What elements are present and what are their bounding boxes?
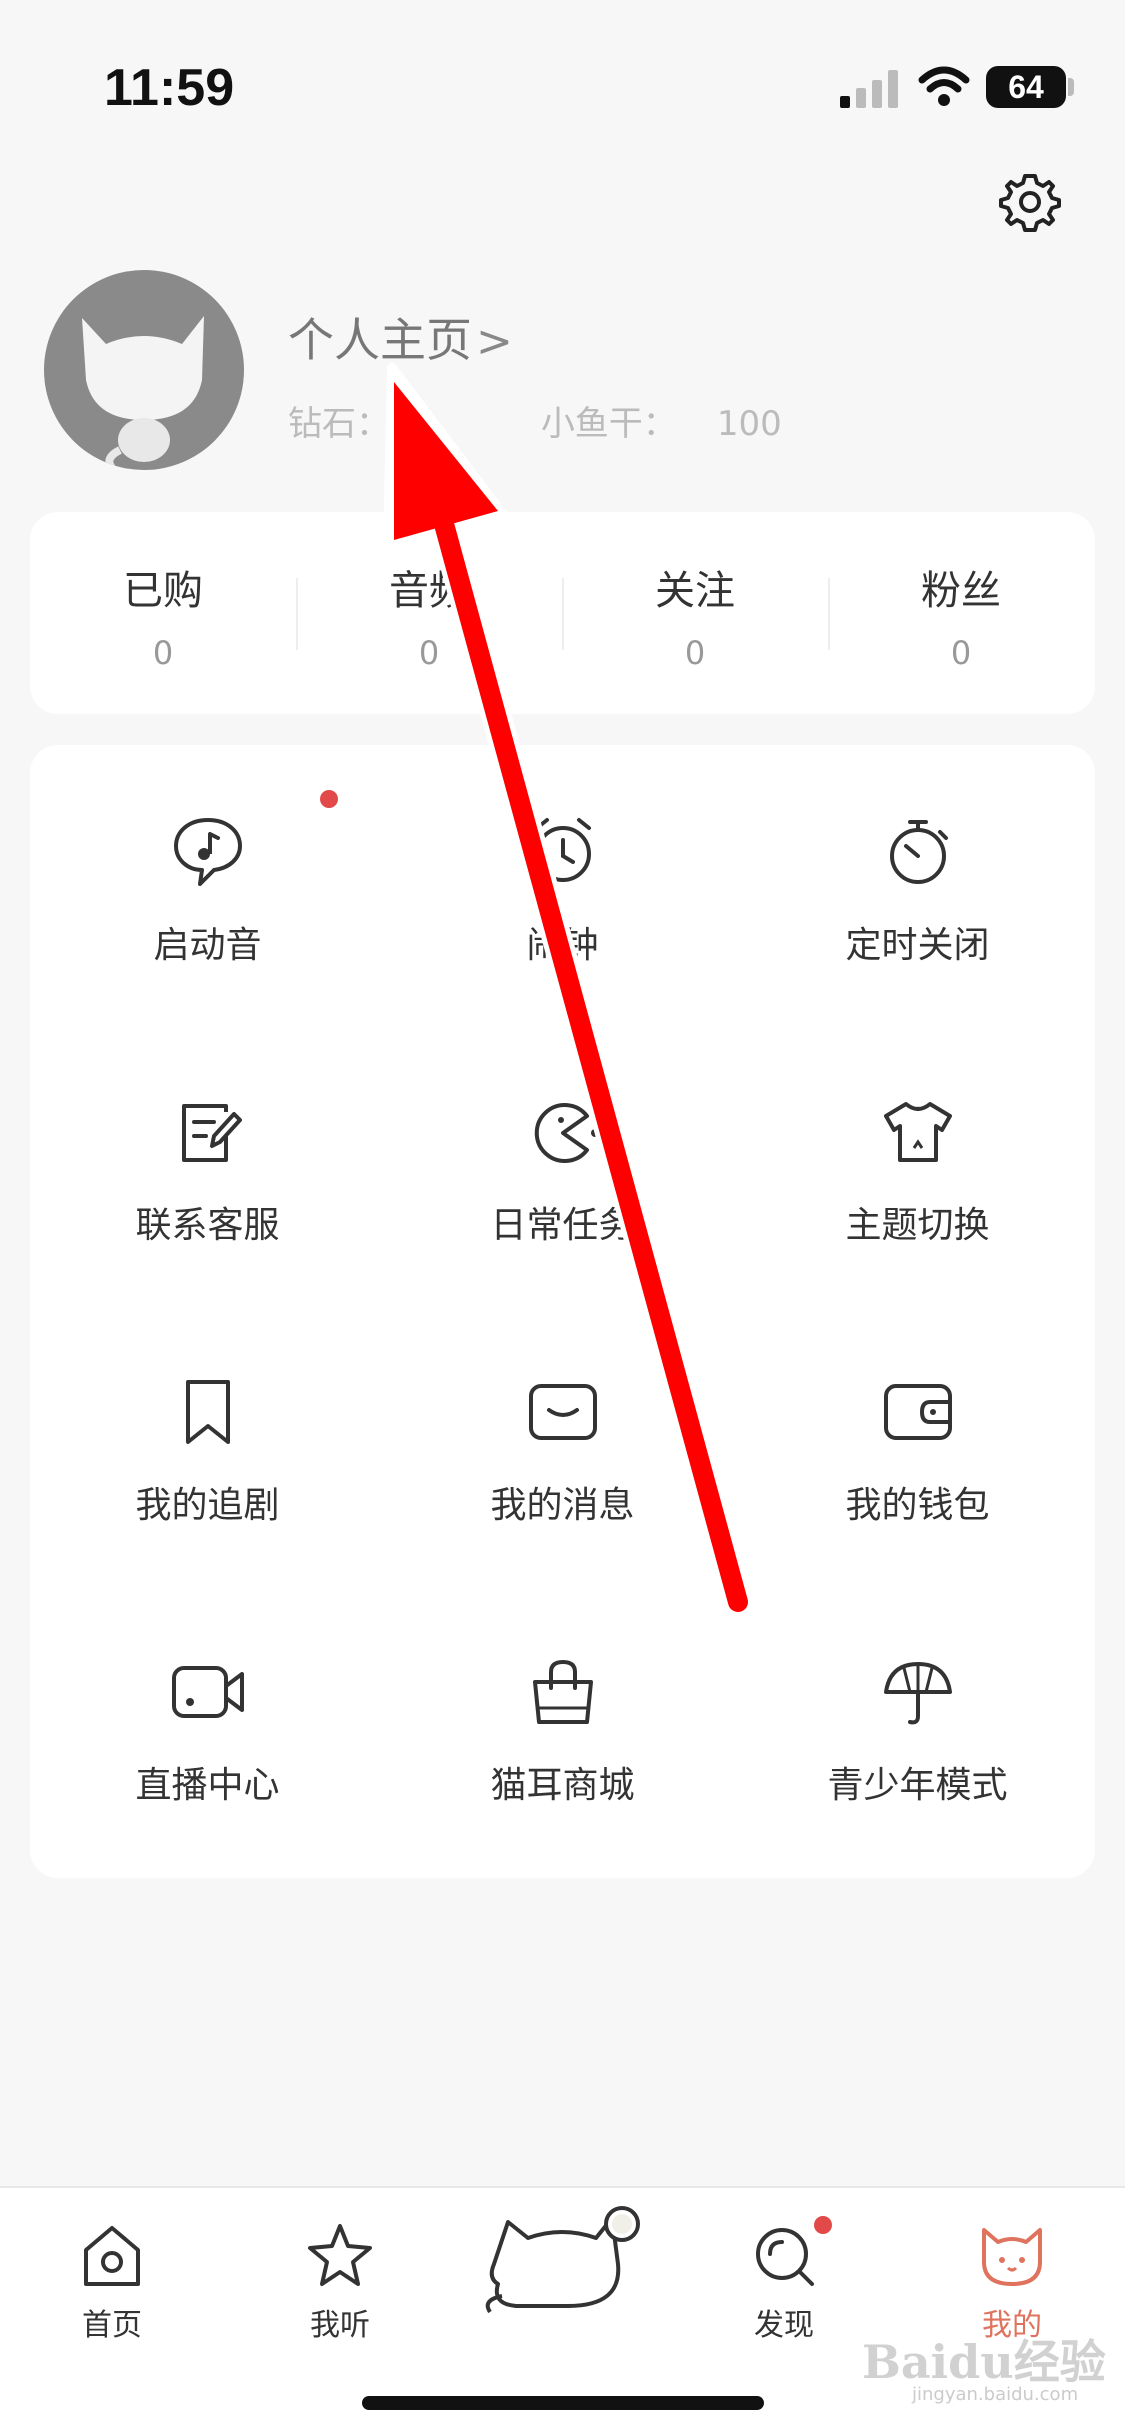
stats-card: 已购 0 音频 0 关注 0 粉丝 0 [30,512,1095,714]
stat-following[interactable]: 关注 0 [562,558,828,672]
tab-discover[interactable]: 发现 [704,2218,864,2344]
grid-item-youth-mode[interactable]: 青少年模式 [740,1650,1095,1890]
fish-label: 小鱼干： 100 [540,404,782,444]
profile-home-link[interactable]: 个人主页> [288,304,513,370]
grid-item-my-shows[interactable]: 我的追剧 [30,1370,385,1610]
tab-center-cat[interactable] [472,2188,652,2322]
grid-item-theme-switch[interactable]: 主题切换 [740,1090,1095,1330]
cat-avatar-icon [82,316,204,470]
stat-label: 粉丝 [921,568,1001,614]
tab-listen[interactable]: 我听 [260,2218,420,2344]
status-time: 11:59 [104,59,235,117]
grid-item-daily-tasks[interactable]: 日常任务 [385,1090,740,1330]
grid-item-alarm[interactable]: 闹钟 [385,810,740,1050]
battery-indicator: 64 [986,66,1066,108]
grid-item-label: 定时关闭 [845,925,990,966]
tab-label: 我听 [310,2308,370,2343]
notification-dot [814,2216,832,2234]
stat-purchased[interactable]: 已购 0 [30,558,296,672]
grid-item-customer-service[interactable]: 联系客服 [30,1090,385,1330]
shopping-bag-icon [532,1659,593,1724]
profile-currency: 钻石： 小鱼干： 100 [288,396,862,445]
features-grid-card: 启动音 闹钟 定时关闭 联系客服 日常任务 主题切换 我的追剧 我的消息 我的钱… [30,745,1095,1878]
grid-item-label: 联系客服 [135,1205,280,1246]
grid-item-label: 我的钱包 [845,1485,990,1526]
stat-value: 0 [950,634,972,672]
grid-item-label: 直播中心 [135,1765,280,1806]
stat-value: 0 [684,634,706,672]
umbrella-icon [883,1662,952,1725]
cat-face-icon [982,2228,1042,2286]
settings-gear-icon[interactable] [998,170,1062,234]
cellular-signal-icon [840,70,898,108]
grid-item-label: 启动音 [153,925,262,966]
avatar[interactable] [44,270,244,470]
video-camera-icon [171,1666,244,1718]
grid-item-label: 猫耳商城 [490,1765,635,1806]
edit-note-icon [181,1104,242,1162]
status-bar: 11:59 64 [0,0,1125,140]
discover-icon [756,2228,814,2286]
home-icon [84,2226,140,2286]
stat-label: 已购 [123,568,203,614]
music-bubble-icon [173,818,242,886]
diamond-label: 钻石： [288,404,390,444]
grid-item-startup-sound[interactable]: 启动音 [30,810,385,1050]
pacman-icon [534,1103,599,1163]
grid-item-maoer-mall[interactable]: 猫耳商城 [385,1650,740,1890]
tab-label: 发现 [754,2308,814,2343]
stat-value: 0 [418,634,440,672]
fish-value: 100 [716,404,782,444]
envelope-icon [528,1384,597,1440]
grid-item-label: 我的消息 [490,1485,635,1526]
battery-tip [1068,78,1074,96]
stat-label: 音频 [389,568,469,614]
cat-center-icon [485,2206,640,2314]
profile-home-label: 个人主页 [288,313,472,367]
grid-item-live-center[interactable]: 直播中心 [30,1650,385,1890]
grid-item-label: 闹钟 [526,925,599,966]
grid-item-label: 我的追剧 [135,1485,280,1526]
grid-item-my-wallet[interactable]: 我的钱包 [740,1370,1095,1610]
stopwatch-icon [889,820,948,884]
tab-home[interactable]: 首页 [32,2218,192,2344]
bookmark-icon [185,1380,230,1444]
grid-item-label: 主题切换 [845,1205,990,1246]
grid-item-label: 日常任务 [490,1205,635,1246]
star-icon [308,2224,372,2286]
stat-value: 0 [152,634,174,672]
alarm-clock-icon [534,818,591,882]
notification-dot [320,790,338,808]
chevron-right-icon: > [476,316,513,367]
stat-audio[interactable]: 音频 0 [296,558,562,672]
tshirt-icon [883,1102,952,1162]
grid-item-my-messages[interactable]: 我的消息 [385,1370,740,1610]
grid-item-label: 青少年模式 [827,1765,1008,1806]
baidu-watermark-url: jingyan.baidu.com [912,2384,1079,2405]
tab-label: 首页 [82,2308,142,2343]
wallet-icon [883,1384,952,1440]
stat-fans[interactable]: 粉丝 0 [828,558,1094,672]
stat-label: 关注 [655,568,735,614]
baidu-watermark: Baidu经验 [862,2335,1106,2389]
home-indicator [362,2396,764,2410]
grid-item-timer-off[interactable]: 定时关闭 [740,810,1095,1050]
wifi-icon [918,66,970,106]
